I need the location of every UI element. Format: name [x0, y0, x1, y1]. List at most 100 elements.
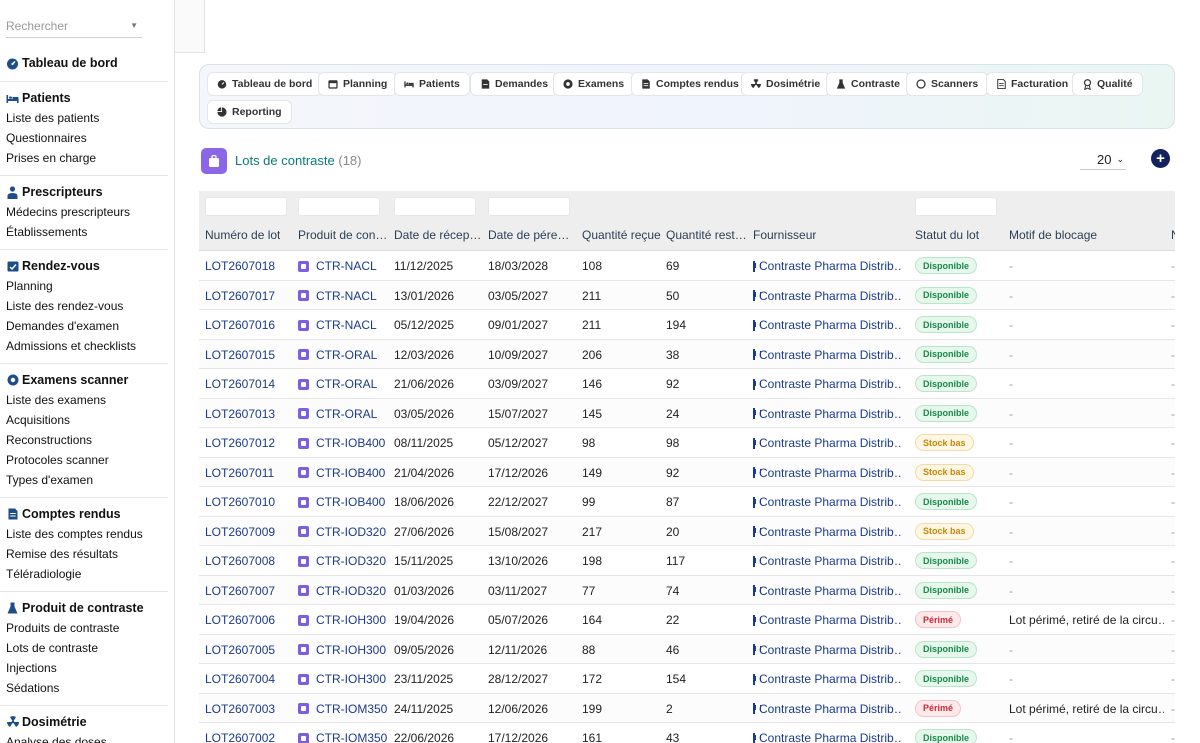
tab-scanners[interactable]: Scanners — [906, 72, 989, 96]
lot-number-link[interactable]: LOT2607012 — [205, 436, 275, 450]
sidebar-item-demandes-d-examen[interactable]: Demandes d'examen — [6, 319, 119, 333]
lot-number-link[interactable]: LOT2607016 — [205, 318, 275, 332]
column-header-2[interactable]: Produit de con… — [298, 228, 387, 242]
column-header-10[interactable]: N — [1171, 228, 1175, 242]
sidebar-item-questionnaires[interactable]: Questionnaires — [6, 131, 87, 145]
product-link[interactable]: CTR-NACL — [298, 289, 377, 303]
sidebar-item-medecins-prescripteurs[interactable]: Médecins prescripteurs — [6, 205, 130, 219]
sidebar-item-reconstructions[interactable]: Reconstructions — [6, 433, 92, 447]
sidebar-item-dashboard[interactable]: Tableau de bord — [6, 55, 118, 71]
tab-facturation[interactable]: Facturation — [986, 72, 1079, 96]
supplier-link[interactable]: Contraste Pharma Distrib… — [753, 525, 903, 539]
table-row[interactable]: LOT2607009 CTR-IOD320 27/06/2026 15/08/2027… — [199, 516, 1175, 546]
lot-number-link[interactable]: LOT2607017 — [205, 289, 275, 303]
supplier-link[interactable]: Contraste Pharma Distrib… — [753, 289, 903, 303]
supplier-link[interactable]: Contraste Pharma Distrib… — [753, 407, 903, 421]
product-link[interactable]: CTR-IOH300 — [298, 643, 386, 657]
lot-number-link[interactable]: LOT2607009 — [205, 525, 275, 539]
table-row[interactable]: LOT2607012 CTR-IOB400 08/11/2025 05/12/2027… — [199, 428, 1175, 458]
tab-qualite[interactable]: Qualité — [1072, 72, 1143, 96]
column-header-5[interactable]: Quantité reçue — [582, 228, 661, 242]
product-link[interactable]: CTR-IOD320 — [298, 554, 386, 568]
table-row[interactable]: LOT2607007 CTR-IOD320 01/03/2026 03/11/2027… — [199, 575, 1175, 605]
table-row[interactable]: LOT2607018 CTR-NACL 11/12/2025 18/03/2028 10… — [199, 251, 1175, 281]
sidebar-item-liste-des-patients[interactable]: Liste des patients — [6, 111, 99, 125]
sidebar-item-sedations[interactable]: Sédations — [6, 681, 59, 695]
sidebar-item-admissions-et-checklists[interactable]: Admissions et checklists — [6, 339, 136, 353]
supplier-link[interactable]: Contraste Pharma Distrib… — [753, 643, 903, 657]
tab-planning[interactable]: Planning — [318, 72, 398, 96]
product-link[interactable]: CTR-IOM350 — [298, 731, 387, 743]
sidebar-item-remise-des-resultats[interactable]: Remise des résultats — [6, 547, 118, 561]
sidebar-item-produits-de-contraste[interactable]: Produits de contraste — [6, 621, 119, 635]
supplier-link[interactable]: Contraste Pharma Distrib… — [753, 731, 903, 743]
table-row[interactable]: LOT2607010 CTR-IOB400 18/06/2026 22/12/2027… — [199, 487, 1175, 517]
table-row[interactable]: LOT2607003 CTR-IOM350 24/11/2025 12/06/2026… — [199, 693, 1175, 723]
table-row[interactable]: LOT2607013 CTR-ORAL 03/05/2026 15/07/2027 14… — [199, 398, 1175, 428]
tab-examens[interactable]: Examens — [553, 72, 635, 96]
lot-number-link[interactable]: LOT2607015 — [205, 348, 275, 362]
column-filter-input[interactable] — [298, 197, 380, 216]
sidebar-section-header-dosimetrie[interactable]: Dosimétrie — [6, 714, 87, 730]
product-link[interactable]: CTR-IOH300 — [298, 672, 386, 686]
column-filter-input[interactable] — [394, 197, 476, 216]
sidebar-section-header-produit-de-contraste[interactable]: Produit de contraste — [6, 600, 144, 616]
column-filter-input[interactable] — [488, 197, 570, 216]
sidebar-section-header-rendez-vous[interactable]: Rendez-vous — [6, 258, 100, 274]
tab-reporting[interactable]: Reporting — [207, 100, 292, 124]
sidebar-item-prises-en-charge[interactable]: Prises en charge — [6, 151, 96, 165]
sidebar-item-types-d-examen[interactable]: Types d'examen — [6, 473, 93, 487]
supplier-link[interactable]: Contraste Pharma Distrib… — [753, 554, 903, 568]
supplier-link[interactable]: Contraste Pharma Distrib… — [753, 584, 903, 598]
sidebar-item-liste-des-examens[interactable]: Liste des examens — [6, 393, 106, 407]
lot-number-link[interactable]: LOT2607010 — [205, 495, 275, 509]
add-lot-button[interactable]: + — [1151, 149, 1170, 168]
table-row[interactable]: LOT2607006 CTR-IOH300 19/04/2026 05/07/2026… — [199, 605, 1175, 635]
tab-demandes[interactable]: Demandes — [470, 72, 559, 96]
table-row[interactable]: LOT2607015 CTR-ORAL 12/03/2026 10/09/2027 20… — [199, 339, 1175, 369]
table-row[interactable]: LOT2607011 CTR-IOB400 21/04/2026 17/12/2026… — [199, 457, 1175, 487]
sidebar-search[interactable]: ▼ — [6, 16, 142, 38]
column-header-7[interactable]: Fournisseur — [753, 228, 816, 242]
table-row[interactable]: LOT2607004 CTR-IOH300 23/11/2025 28/12/2027… — [199, 664, 1175, 694]
table-row[interactable]: LOT2607016 CTR-NACL 05/12/2025 09/01/2027 21… — [199, 310, 1175, 340]
supplier-link[interactable]: Contraste Pharma Distrib… — [753, 702, 903, 716]
lot-number-link[interactable]: LOT2607003 — [205, 702, 275, 716]
sidebar-item-liste-des-rendez-vous[interactable]: Liste des rendez-vous — [6, 299, 123, 313]
column-header-3[interactable]: Date de récep… — [394, 228, 481, 242]
product-link[interactable]: CTR-IOD320 — [298, 525, 386, 539]
lot-number-link[interactable]: LOT2607005 — [205, 643, 275, 657]
sidebar-item-protocoles-scanner[interactable]: Protocoles scanner — [6, 453, 109, 467]
supplier-link[interactable]: Contraste Pharma Distrib… — [753, 436, 903, 450]
sidebar-item-lots-de-contraste[interactable]: Lots de contraste — [6, 641, 98, 655]
sidebar-section-header-examens-scanner[interactable]: Examens scanner — [6, 372, 128, 388]
product-link[interactable]: CTR-IOD320 — [298, 584, 386, 598]
supplier-link[interactable]: Contraste Pharma Distrib… — [753, 377, 903, 391]
column-header-8[interactable]: Statut du lot — [915, 228, 979, 242]
product-link[interactable]: CTR-NACL — [298, 259, 377, 273]
sidebar-section-header-prescripteurs[interactable]: Prescripteurs — [6, 184, 103, 200]
supplier-link[interactable]: Contraste Pharma Distrib… — [753, 318, 903, 332]
product-link[interactable]: CTR-ORAL — [298, 377, 377, 391]
supplier-link[interactable]: Contraste Pharma Distrib… — [753, 672, 903, 686]
lot-number-link[interactable]: LOT2607008 — [205, 554, 275, 568]
lot-number-link[interactable]: LOT2607014 — [205, 377, 275, 391]
sidebar-section-header-comptes-rendus[interactable]: Comptes rendus — [6, 506, 121, 522]
column-filter-input[interactable] — [915, 197, 997, 216]
lot-number-link[interactable]: LOT2607004 — [205, 672, 275, 686]
column-header-9[interactable]: Motif de blocage — [1009, 228, 1097, 242]
supplier-link[interactable]: Contraste Pharma Distrib… — [753, 495, 903, 509]
product-link[interactable]: CTR-ORAL — [298, 348, 377, 362]
supplier-link[interactable]: Contraste Pharma Distrib… — [753, 259, 903, 273]
column-filter-input[interactable] — [205, 197, 287, 216]
table-row[interactable]: LOT2607014 CTR-ORAL 21/06/2026 03/09/2027 14… — [199, 369, 1175, 399]
lot-number-link[interactable]: LOT2607002 — [205, 731, 275, 743]
table-row[interactable]: LOT2607005 CTR-IOH300 09/05/2026 12/11/2026… — [199, 634, 1175, 664]
sidebar-item-injections[interactable]: Injections — [6, 661, 57, 675]
product-link[interactable]: CTR-IOH300 — [298, 613, 386, 627]
lot-number-link[interactable]: LOT2607011 — [205, 466, 274, 480]
tab-comptes-rendus[interactable]: Comptes rendus — [631, 72, 749, 96]
search-input[interactable] — [6, 16, 124, 36]
product-link[interactable]: CTR-NACL — [298, 318, 377, 332]
sidebar-item-liste-des-comptes-rendus[interactable]: Liste des comptes rendus — [6, 527, 143, 541]
